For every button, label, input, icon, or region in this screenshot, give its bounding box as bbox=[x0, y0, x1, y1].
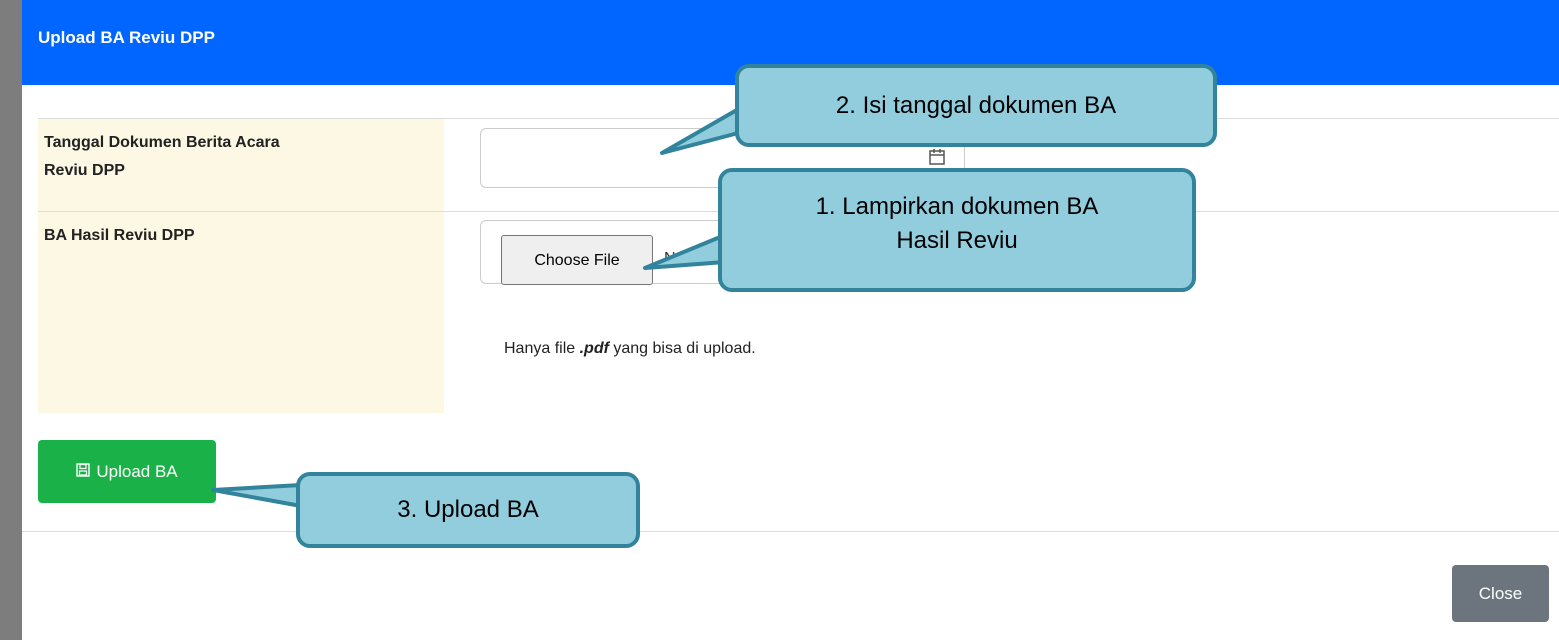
date-label-line1: Tanggal Dokumen Berita Acara bbox=[44, 134, 280, 151]
hint-suffix: yang bisa di upload. bbox=[608, 340, 756, 357]
date-label-line2: Reviu DPP bbox=[44, 162, 125, 179]
modal-title: Upload BA Reviu DPP bbox=[38, 28, 215, 47]
callout-step3: 3. Upload BA bbox=[296, 472, 640, 548]
callout-step2: 2. Isi tanggal dokumen BA bbox=[735, 64, 1217, 147]
hint-extension: .pdf bbox=[579, 340, 609, 357]
no-file-text: N bbox=[664, 250, 676, 267]
calendar-icon[interactable] bbox=[928, 148, 946, 166]
upload-ba-button[interactable]: Upload BA bbox=[38, 440, 216, 503]
close-button[interactable]: Close bbox=[1452, 565, 1549, 622]
footer-divider bbox=[22, 531, 1559, 532]
date-label: Tanggal Dokumen Berita Acara Reviu DPP bbox=[44, 129, 280, 185]
callout-step1-line1: 1. Lampirkan dokumen BA bbox=[815, 193, 1099, 220]
choose-file-button[interactable]: Choose File bbox=[501, 235, 653, 285]
date-label-cell: Tanggal Dokumen Berita Acara Reviu DPP bbox=[38, 119, 444, 211]
upload-ba-label: Upload BA bbox=[96, 461, 178, 481]
callout-step1: 1. Lampirkan dokumen BA Hasil Reviu bbox=[718, 168, 1196, 292]
file-label: BA Hasil Reviu DPP bbox=[44, 227, 195, 244]
hint-prefix: Hanya file bbox=[504, 340, 580, 357]
file-label-cell: BA Hasil Reviu DPP bbox=[38, 212, 444, 413]
upload-hint: Hanya file .pdf yang bisa di upload. bbox=[504, 340, 756, 358]
callout-step1-line2: Hasil Reviu bbox=[896, 227, 1018, 254]
floppy-disk-icon bbox=[76, 462, 91, 482]
